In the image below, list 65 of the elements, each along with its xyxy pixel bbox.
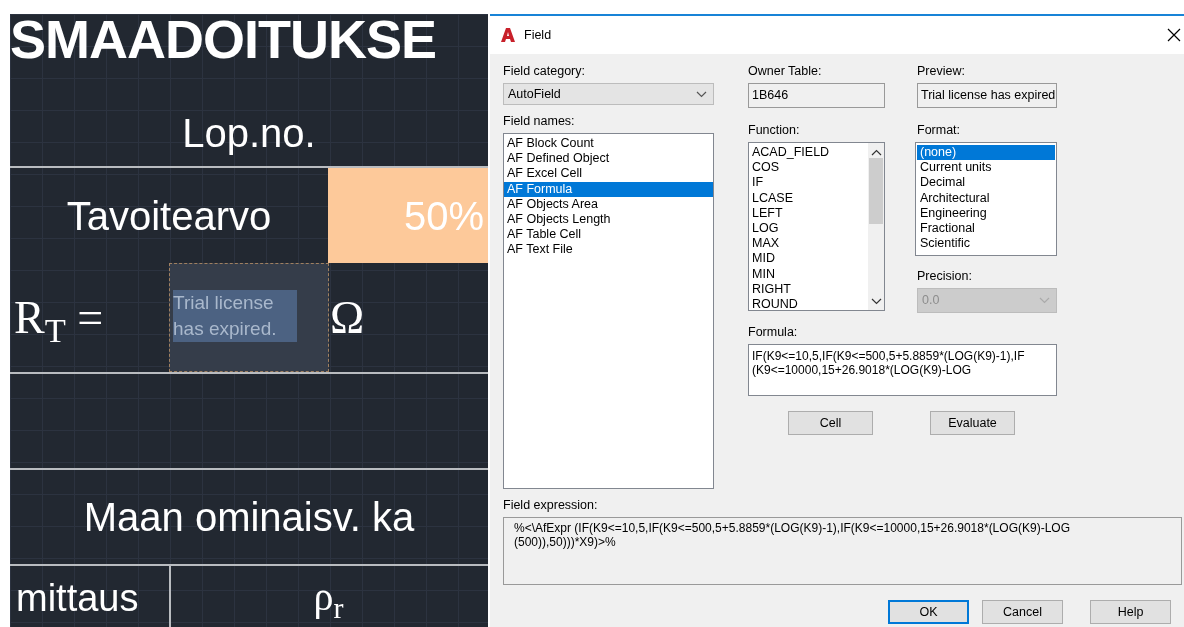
list-item[interactable]: Engineering [917, 205, 1055, 221]
owner-table-field: 1B646 [748, 83, 885, 108]
dialog-button[interactable]: Help [1090, 600, 1171, 624]
field-label: Formula: [748, 325, 799, 340]
scrollbar[interactable] [868, 143, 884, 310]
list-item[interactable]: AF Table Cell [504, 227, 713, 243]
list-item[interactable]: MID [749, 251, 868, 267]
dropdown-value: 0.0 [922, 292, 940, 310]
table-cell: 50% [328, 168, 488, 263]
formula-text: R$_{T}$ = [14, 295, 104, 341]
table-text: Tavoitearvo [65, 192, 273, 240]
list-item[interactable]: MAX [749, 236, 868, 252]
list-item[interactable]: Current units [917, 160, 1055, 176]
table-text: Lop.no. [181, 110, 317, 157]
chevron-up-icon [870, 149, 882, 156]
field-expression-field: %<\AfExpr (IF(K9<=10,5,IF(K9<=500,5+5.8859*(LOG(K9)-1),IF(K9<=10000,15+26.9018*(LOG(K9)-LOG (500)),50)))*X9)>% [503, 517, 1182, 585]
list-item[interactable]: LOG [749, 221, 868, 237]
field-label: Preview: [917, 64, 966, 79]
dialog-button[interactable]: Cancel [982, 600, 1064, 624]
close-icon[interactable] [1167, 28, 1181, 42]
list-item[interactable]: AF Formula [504, 181, 713, 197]
chevron-down-icon [870, 298, 882, 305]
action-button[interactable]: Cell [788, 411, 873, 435]
formula-text: Ω [330, 295, 365, 341]
app-logo-icon [500, 27, 516, 43]
field-label: Field expression: [503, 498, 599, 513]
list-item[interactable]: Fractional [917, 221, 1055, 237]
list-item[interactable]: MIN [749, 266, 868, 282]
list-item[interactable]: AF Objects Area [504, 196, 713, 212]
list-item[interactable]: AF Excel Cell [504, 166, 713, 182]
list-item[interactable]: IF [749, 175, 868, 191]
chevron-down-icon [696, 90, 707, 98]
field-label: Function: [748, 123, 801, 138]
field-label: Owner Table: [748, 64, 823, 79]
field-text: Trial license has expired. [173, 290, 297, 342]
list-item[interactable]: Architectural [917, 190, 1055, 206]
list-item[interactable]: LEFT [749, 205, 868, 221]
preview-field: Trial license has expired [917, 83, 1057, 108]
list-item[interactable]: AF Block Count [504, 136, 713, 152]
chevron-down-icon [1039, 297, 1050, 304]
list-item[interactable]: RIGHT [749, 281, 868, 298]
dropdown-value: AutoField [508, 85, 561, 103]
window-title: Field [524, 26, 552, 44]
list-item[interactable]: AF Objects Length [504, 212, 713, 228]
drawing-heading: SMAADOITUKSE [10, 14, 436, 66]
field-label: Format: [917, 123, 962, 138]
formula-text: ρ$_{r}$ [313, 577, 344, 617]
action-button[interactable]: Evaluate [930, 411, 1015, 435]
list-item[interactable]: Scientific [917, 236, 1055, 252]
list-item[interactable]: (none) [917, 145, 1055, 161]
list-item[interactable]: Decimal [917, 175, 1055, 191]
formula-field[interactable]: IF(K9<=10,5,IF(K9<=500,5+5.8859*(LOG(K9)-1),IF (K9<=10000,15+26.9018*(LOG(K9)-LOG [748, 344, 1057, 396]
field-label: Field category: [503, 64, 586, 79]
list-item[interactable]: LCASE [749, 190, 868, 206]
list-item[interactable]: AF Defined Object [504, 151, 713, 167]
list-item[interactable]: ACAD_FIELD [749, 145, 868, 161]
field-label: Field names: [503, 114, 576, 129]
category-dropdown[interactable]: AutoField [503, 83, 714, 105]
dialog-button[interactable]: OK [888, 600, 970, 624]
list-item[interactable]: AF Text File [504, 242, 713, 258]
list-item[interactable]: COS [749, 160, 868, 176]
list-item[interactable]: ROUND [749, 297, 868, 310]
field-label: Precision: [917, 269, 973, 284]
table-text: Maan ominaisv. ka [82, 494, 416, 541]
table-text: mittaus [16, 576, 140, 620]
